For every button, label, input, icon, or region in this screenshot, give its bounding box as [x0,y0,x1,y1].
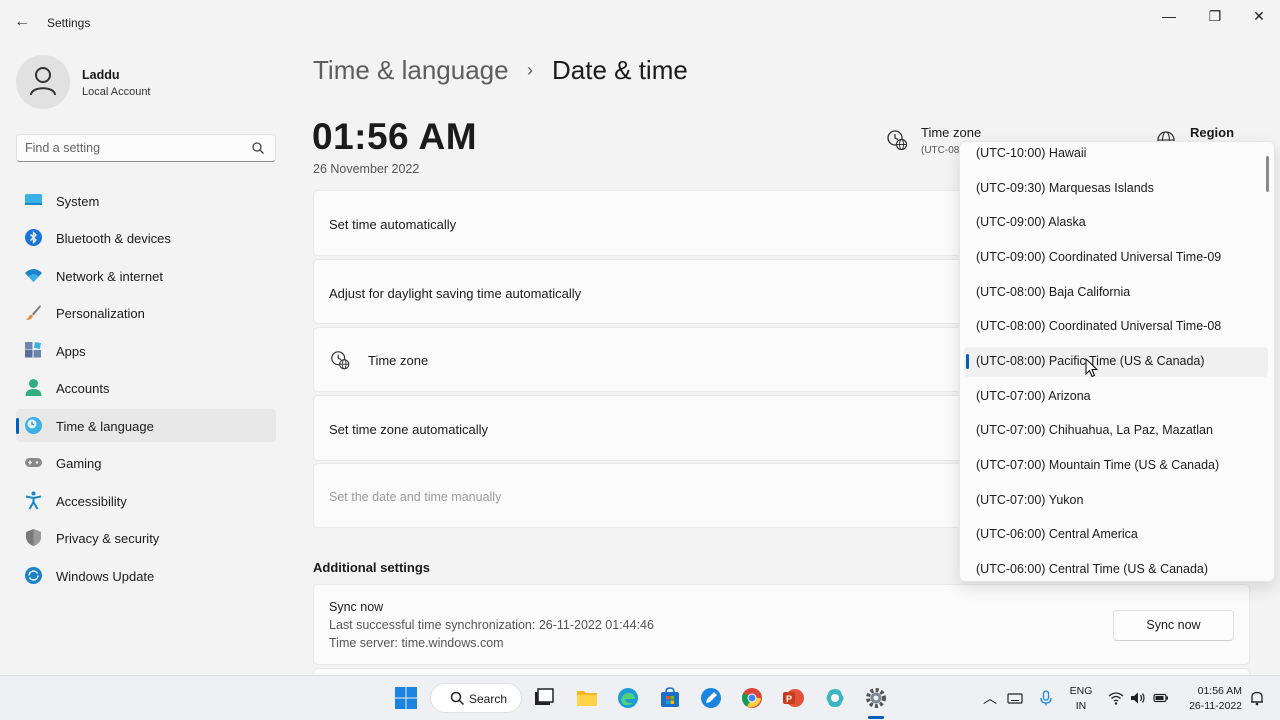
monitor-icon [25,194,42,205]
chrome-icon[interactable] [740,686,764,710]
wifi-icon[interactable] [1108,690,1124,706]
microsoft-store-icon[interactable] [658,686,682,710]
settings-search[interactable] [16,134,276,162]
timezone-option[interactable]: (UTC-08:00) Baja California [964,278,1268,308]
current-date: 26 November 2022 [313,162,420,176]
timezone-option[interactable]: (UTC-07:00) Arizona [964,382,1268,412]
task-view-icon[interactable] [532,686,556,710]
title-bar: ← Settings — ❐ ✕ [0,0,1280,44]
sidebar-item-network[interactable]: Network & internet [16,259,276,292]
photos-app-icon[interactable] [823,686,847,710]
timezone-option[interactable]: (UTC-10:00) Hawaii [964,142,1268,169]
accessibility-icon [25,491,42,510]
mouse-cursor-icon [1085,358,1099,378]
pen-app-icon[interactable] [699,686,723,710]
sidebar-item-windows-update[interactable]: Windows Update [16,559,276,592]
volume-icon[interactable] [1130,690,1146,706]
search-icon[interactable] [251,141,265,155]
last-sync-text: Last successful time synchronization: 26… [329,618,654,632]
minimize-icon[interactable]: — [1158,8,1180,24]
shield-icon [26,529,41,546]
language-indicator[interactable]: ENG [1068,685,1094,697]
timezone-option[interactable]: (UTC-07:00) Yukon [964,486,1268,516]
timezone-header-value: (UTC-08 [921,145,960,156]
timezone-option[interactable]: (UTC-06:00) Central America [964,520,1268,550]
sync-title: Sync now [329,600,384,614]
powerpoint-icon[interactable]: P [781,686,805,710]
timezone-option[interactable]: (UTC-07:00) Chihuahua, La Paz, Mazatlan [964,416,1268,446]
timezone-option[interactable]: (UTC-07:00) Mountain Time (US & Canada) [964,451,1268,481]
file-explorer-icon[interactable] [575,686,599,710]
svg-text:P: P [786,694,792,704]
battery-icon[interactable] [1153,690,1169,706]
clock-globe-icon [887,130,908,151]
settings-gear-icon[interactable] [864,686,888,710]
search-icon [450,691,465,706]
taskbar-date[interactable]: 26-11-2022 [1182,700,1242,712]
timezone-header-label: Time zone [921,125,982,140]
additional-settings-title: Additional settings [313,560,430,575]
current-time: 01:56 AM [312,116,478,157]
timezone-dropdown-list[interactable]: (UTC-10:00) Hawaii (UTC-09:30) Marquesas… [959,141,1275,582]
sidebar-item-accounts[interactable]: Accounts [16,371,276,404]
sidebar-item-accessibility[interactable]: Accessibility [16,484,276,517]
sync-now-button[interactable]: Sync now [1113,610,1234,641]
person-icon [30,67,56,96]
timezone-option-selected[interactable]: (UTC-08:00) Pacific Time (US & Canada) [964,347,1268,377]
active-indicator [16,418,19,434]
time-server-text: Time server: time.windows.com [329,636,504,650]
clock-globe-icon [25,417,42,434]
sidebar-item-apps[interactable]: Apps [16,334,276,367]
region-indicator[interactable]: IN [1068,700,1094,712]
sidebar-item-gaming[interactable]: Gaming [16,446,276,479]
page-title: Date & time [552,55,688,85]
chevron-up-icon[interactable]: ︿ [983,688,997,708]
edge-browser-icon[interactable] [616,686,640,710]
app-title: Settings [47,16,91,30]
gamepad-icon [25,458,42,467]
sidebar-item-time-language[interactable]: Time & language [16,409,276,442]
update-icon [25,567,42,584]
taskbar: Search P ︿ ENG IN 01:56 AM 26-11-2022 [0,675,1280,720]
dropdown-scrollbar[interactable] [1266,156,1269,192]
timezone-option[interactable]: (UTC-09:00) Coordinated Universal Time-0… [964,243,1268,273]
microphone-icon[interactable] [1038,690,1054,706]
notification-bell-icon[interactable] [1249,690,1265,706]
search-input[interactable] [25,140,245,156]
sidebar-item-privacy[interactable]: Privacy & security [16,521,276,554]
keyboard-icon[interactable] [1007,690,1023,706]
sync-now-card: Sync now Last successful time synchroniz… [313,584,1250,665]
timezone-option[interactable]: (UTC-08:00) Coordinated Universal Time-0… [964,312,1268,342]
user-name: Laddu [82,68,120,82]
maximize-icon[interactable]: ❐ [1204,8,1226,24]
taskbar-search[interactable]: Search [430,683,522,713]
sidebar-item-bluetooth[interactable]: Bluetooth & devices [16,221,276,254]
bluetooth-icon [25,229,42,246]
avatar[interactable] [16,55,70,109]
region-header-label: Region [1190,125,1235,140]
timezone-option[interactable]: (UTC-09:30) Marquesas Islands [964,174,1268,204]
account-type: Local Account [82,86,151,98]
wifi-icon [25,269,42,282]
windows-start-icon[interactable] [395,687,417,709]
selection-indicator [966,354,969,369]
person-icon [25,379,42,396]
taskbar-clock[interactable]: 01:56 AM [1182,685,1242,697]
close-icon[interactable]: ✕ [1248,8,1270,24]
sidebar-item-personalization[interactable]: Personalization [16,296,276,329]
chevron-right-icon: › [527,60,533,80]
back-arrow-icon[interactable]: ← [12,12,32,32]
apps-icon [25,342,41,358]
sidebar-item-system[interactable]: System [16,184,276,217]
brush-icon [26,305,41,321]
clock-globe-icon [331,351,350,370]
timezone-option[interactable]: (UTC-06:00) Central Time (US & Canada) [964,555,1268,581]
timezone-option[interactable]: (UTC-09:00) Alaska [964,208,1268,238]
breadcrumb-parent[interactable]: Time & language [313,55,509,86]
active-app-indicator [868,716,884,719]
